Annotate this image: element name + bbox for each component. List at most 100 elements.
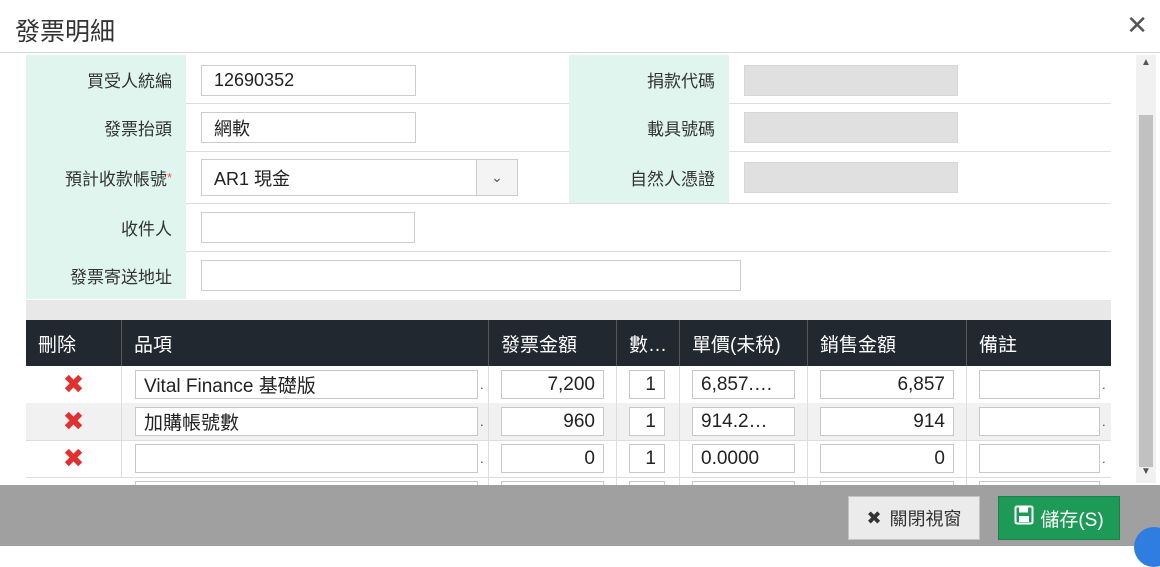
form-row-recipient: 收件人 [26, 203, 1111, 252]
note-cell: . [967, 403, 1111, 440]
address-label: 發票寄送地址 [26, 251, 186, 299]
qty-cell [617, 477, 680, 485]
qty-cell: 1 [617, 440, 680, 477]
receive-account-select[interactable]: AR1 現金 ⌄ [201, 159, 518, 196]
item-cell: 加購帳號數 . [122, 403, 489, 440]
unit-price-input[interactable]: 6,857.… [692, 370, 795, 399]
donation-code-input[interactable] [744, 65, 958, 96]
item-input[interactable] [135, 444, 478, 473]
dialog-title: 發票明細 [15, 18, 116, 46]
amount-input[interactable]: 7,200 [501, 370, 604, 399]
carrier-no-label: 載具號碼 [569, 103, 729, 151]
form-row-account: 預計收款帳號 * AR1 現金 ⌄ 自然人憑證 [26, 151, 1111, 204]
qty-input[interactable]: 1 [629, 407, 665, 436]
item-input[interactable]: Vital Finance 基礎版 [135, 370, 478, 399]
note-input[interactable] [979, 407, 1100, 436]
unit-price-input[interactable]: 0.0000 [692, 444, 795, 473]
col-amount: 發票金額 [489, 320, 617, 366]
form-row-buyer: 買受人統編 12690352 捐款代碼 [26, 55, 1111, 104]
table-row-partial [26, 477, 1111, 485]
invoice-title-label: 發票抬頭 [26, 103, 186, 151]
sales-cell: 6,857 [808, 366, 967, 403]
close-window-label: 關閉視窗 [889, 509, 962, 529]
qty-cell: 1 [617, 403, 680, 440]
unit-price-cell [680, 477, 808, 485]
natural-person-cert-input[interactable] [744, 162, 958, 193]
receive-account-label: 預計收款帳號 * [26, 151, 186, 203]
floating-action-button[interactable] [1134, 527, 1160, 567]
vertical-scrollbar[interactable]: ▲ ▼ [1136, 55, 1156, 483]
unit-price-cell: 914.2… [680, 403, 808, 440]
recipient-input[interactable] [201, 212, 415, 243]
item-more-dot: . [480, 414, 484, 429]
amount-input[interactable]: 0 [501, 444, 604, 473]
buyer-id-input[interactable]: 12690352 [201, 65, 416, 96]
sales-input[interactable]: 6,857 [820, 370, 954, 399]
section-divider [26, 300, 1111, 320]
col-delete: 刪除 [26, 320, 122, 366]
table-row: ✖ . 0 1 0.0000 0 . [26, 440, 1111, 478]
amount-cell [489, 477, 617, 485]
invoice-title-input[interactable]: 網軟 [201, 112, 416, 143]
sales-cell [808, 477, 967, 485]
sales-input[interactable]: 914 [820, 407, 954, 436]
receive-account-label-text: 預計收款帳號 [64, 169, 167, 189]
note-cell [967, 477, 1111, 485]
table-row: ✖ 加購帳號數 . 960 1 914.2… 914 . [26, 403, 1111, 441]
unit-price-input[interactable]: 914.2… [692, 407, 795, 436]
qty-cell: 1 [617, 366, 680, 403]
note-more-dot: . [1102, 414, 1106, 429]
natural-person-cert-label: 自然人憑證 [569, 151, 729, 203]
col-note: 備註 [979, 334, 1018, 356]
item-cell: Vital Finance 基礎版 . [122, 366, 489, 403]
chevron-down-icon[interactable]: ⌄ [476, 160, 517, 195]
required-icon: * [166, 169, 172, 185]
note-cell: . [967, 440, 1111, 477]
carrier-no-input[interactable] [744, 112, 958, 143]
amount-input[interactable]: 960 [501, 407, 604, 436]
close-icon[interactable]: ✕ [1126, 10, 1148, 41]
qty-input[interactable]: 1 [629, 370, 665, 399]
note-cell: . [967, 366, 1111, 403]
dialog-body: 買受人統編 12690352 捐款代碼 發票抬頭 網軟 載具號碼 預計收款帳號 *… [0, 55, 1134, 485]
floppy-disk-icon [1014, 505, 1034, 531]
buyer-id-label: 買受人統編 [26, 55, 186, 103]
delete-icon[interactable]: ✖ [26, 366, 122, 403]
save-button[interactable]: 儲存(S) [998, 496, 1120, 540]
item-input[interactable]: 加購帳號數 [135, 407, 478, 436]
item-cell: . [122, 440, 489, 477]
item-more-dot: . [480, 377, 484, 392]
note-input[interactable] [979, 444, 1100, 473]
unit-price-cell: 6,857.… [680, 366, 808, 403]
scroll-up-arrow-icon[interactable]: ▲ [1141, 57, 1151, 68]
dialog-title-bar: 發票明細 ✕ [0, 0, 1160, 53]
unit-price-cell: 0.0000 [680, 440, 808, 477]
dialog-footer: ✖ 關閉視窗 儲存(S) [0, 485, 1160, 546]
sales-input[interactable]: 0 [820, 444, 954, 473]
scroll-down-arrow-icon[interactable]: ▼ [1141, 466, 1151, 477]
form-row-address: 發票寄送地址 [26, 251, 1111, 299]
invoice-detail-dialog: 發票明細 ✕ 買受人統編 12690352 捐款代碼 發票抬頭 網軟 載具號碼 [0, 0, 1160, 567]
delete-icon[interactable]: ✖ [26, 440, 122, 477]
item-cell [122, 477, 489, 485]
save-label: 儲存(S) [1040, 509, 1104, 531]
qty-input[interactable]: 1 [629, 444, 665, 473]
item-more-dot: . [480, 451, 484, 466]
address-input[interactable] [201, 260, 741, 291]
col-item: 品項 [122, 320, 489, 366]
close-window-button[interactable]: ✖ 關閉視窗 [848, 496, 980, 540]
col-unit-price: 單價(未稅) [680, 320, 808, 366]
scrollbar-thumb[interactable] [1139, 115, 1153, 467]
note-input[interactable] [979, 370, 1100, 399]
items-table-header: 刪除 品項 發票金額 數… 單價(未稅) 銷售金額 備註 [26, 320, 1111, 366]
amount-cell: 960 [489, 403, 617, 440]
amount-cell: 7,200 [489, 366, 617, 403]
delete-icon[interactable]: ✖ [26, 403, 122, 440]
amount-cell: 0 [489, 440, 617, 477]
receive-account-value: AR1 現金 [214, 168, 291, 189]
form-row-title: 發票抬頭 網軟 載具號碼 [26, 103, 1111, 152]
sales-cell: 0 [808, 440, 967, 477]
col-qty: 數… [617, 320, 680, 366]
col-sales: 銷售金額 [808, 320, 967, 366]
sales-cell: 914 [808, 403, 967, 440]
